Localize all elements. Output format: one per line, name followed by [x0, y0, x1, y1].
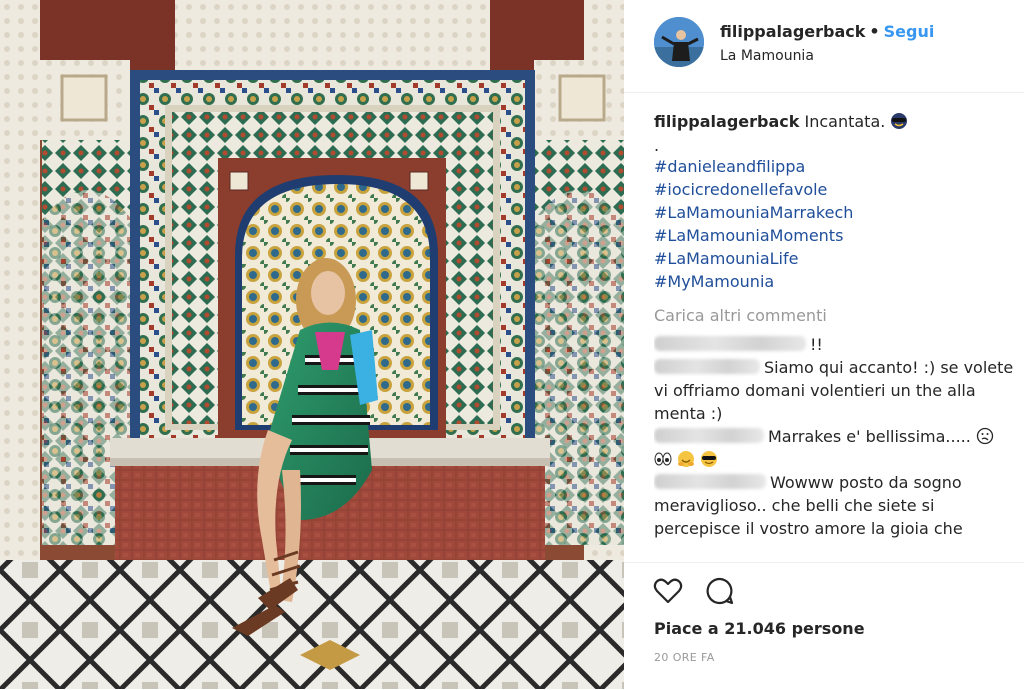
- comment-username-blurred[interactable]: [654, 359, 760, 374]
- likes-count[interactable]: Piace a 21.046 persone: [654, 619, 865, 638]
- hashtag-link[interactable]: #LaMamouniaLife: [654, 247, 1016, 270]
- user-line: filippalagerback • Segui: [720, 22, 934, 41]
- caption: filippalagerback Incantata.: [654, 110, 1016, 133]
- comment-username-blurred[interactable]: [654, 336, 806, 351]
- follow-button[interactable]: Segui: [884, 22, 935, 41]
- post-side-panel: filippalagerback • Segui La Mamounia filip…: [624, 0, 1024, 689]
- sunglasses-face-icon: [701, 451, 718, 467]
- comment: Siamo qui accanto! :) se volete vi offri…: [654, 356, 1016, 425]
- hugging-face-icon: [678, 451, 695, 467]
- comments-list[interactable]: filippalagerback Incantata. . #danielean…: [654, 110, 1016, 562]
- profile-photo-icon: [654, 17, 704, 67]
- hashtag-link[interactable]: #LaMamouniaMoments: [654, 224, 1016, 247]
- post-actions: Piace a 21.046 persone 20 ORE FA: [624, 562, 1024, 690]
- post-photo[interactable]: [0, 0, 624, 689]
- sunglasses-face-icon: [891, 113, 908, 129]
- hashtag-link[interactable]: #danieleandfilippa: [654, 155, 1016, 178]
- caption-dot: .: [654, 136, 660, 155]
- post-header: filippalagerback • Segui La Mamounia: [624, 0, 1024, 93]
- post-timestamp[interactable]: 20 ORE FA: [654, 651, 715, 664]
- comment-text: Marrakes e' bellissima.....: [768, 427, 971, 446]
- location-link[interactable]: La Mamounia: [720, 48, 814, 64]
- comment: Marrakes e' bellissima.....: [654, 425, 1016, 471]
- comment-username-blurred[interactable]: [654, 428, 764, 443]
- eyes-icon: [654, 452, 672, 466]
- avatar[interactable]: [654, 17, 704, 67]
- hashtag-link[interactable]: #LaMamouniaMarrakech: [654, 201, 1016, 224]
- comment-icon[interactable]: [704, 575, 736, 607]
- heart-icon[interactable]: [652, 575, 684, 607]
- load-more-comments-button[interactable]: Carica altri commenti: [654, 304, 1016, 327]
- caption-text: Incantata.: [804, 112, 886, 131]
- comment: !!: [654, 333, 1016, 356]
- username-link[interactable]: filippalagerback: [720, 22, 865, 41]
- comment-username-blurred[interactable]: [654, 474, 766, 489]
- thinking-face-icon: [976, 427, 994, 445]
- comment-text: !!: [810, 335, 823, 354]
- caption-username[interactable]: filippalagerback: [654, 112, 799, 131]
- hashtag-link[interactable]: #iocicredonellefavole: [654, 178, 1016, 201]
- comment: Wowww posto da sogno meraviglioso.. che …: [654, 471, 1016, 540]
- hashtag-link[interactable]: #MyMamounia: [654, 270, 1016, 293]
- separator-dot: •: [869, 22, 880, 41]
